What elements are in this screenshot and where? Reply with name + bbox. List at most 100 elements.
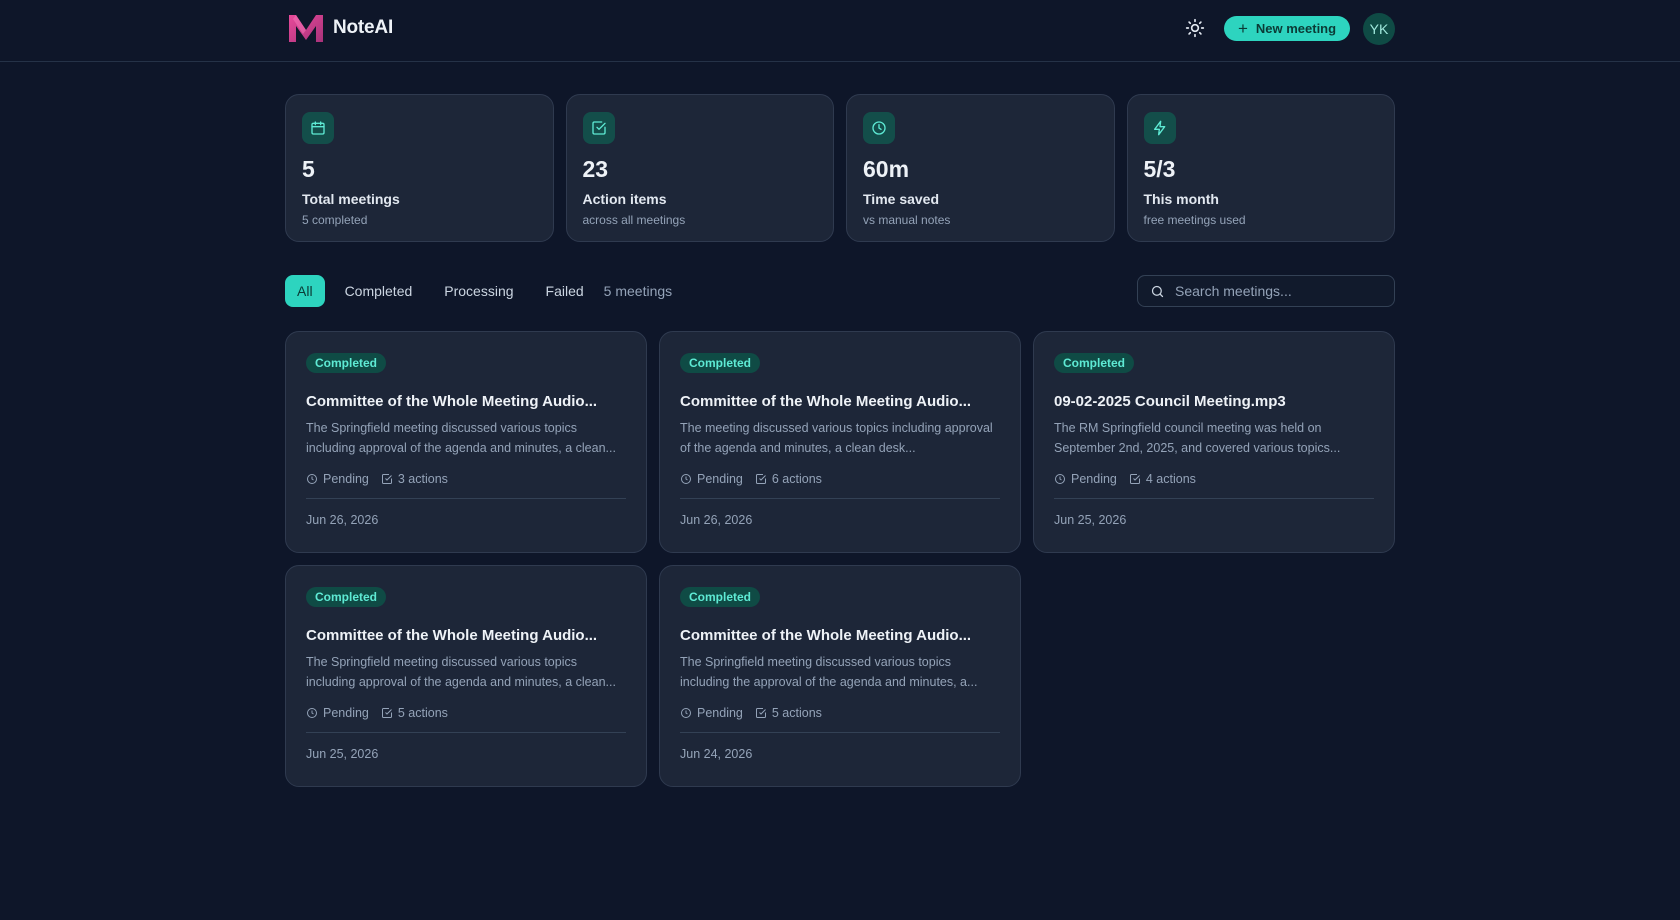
stat-label: Time saved	[863, 191, 940, 207]
lightning-icon	[1143, 112, 1176, 144]
tab-all[interactable]: All	[285, 275, 325, 307]
action-count: 6 actions	[755, 472, 822, 486]
meeting-date: Jun 24, 2026	[680, 747, 753, 761]
meeting-meta: Pending 5 actions	[306, 706, 626, 720]
meeting-summary: The Springfield meeting discussed variou…	[306, 655, 616, 689]
meeting-date: Jun 25, 2026	[306, 747, 379, 761]
stat-label: This month	[1143, 191, 1219, 207]
divider	[306, 732, 626, 733]
check-square-icon	[755, 474, 766, 484]
top-bar: NoteAI + New meeting YK	[0, 0, 1680, 62]
action-count: 5 actions	[381, 706, 448, 720]
brand[interactable]: NoteAI	[287, 12, 393, 44]
meeting-date: Jun 26, 2026	[306, 513, 379, 527]
action-count: 4 actions	[1129, 472, 1196, 486]
stat-subtext: free meetings used	[1143, 213, 1246, 227]
status-badge: Completed	[680, 587, 761, 607]
tab-processing[interactable]: Processing	[432, 275, 525, 307]
action-count-label: 5 actions	[397, 706, 448, 720]
pending-status: Pending	[1054, 472, 1117, 486]
divider	[306, 498, 626, 499]
stat-label: Total meetings	[302, 191, 400, 207]
meeting-meta: Pending 6 actions	[680, 472, 1000, 486]
meeting-title: 09-02-2025 Council Meeting.mp3	[1054, 393, 1286, 410]
pending-label: Pending	[697, 472, 743, 486]
meeting-title: Committee of the Whole Meeting Audio...	[306, 627, 598, 644]
meeting-title: Committee of the Whole Meeting Audio...	[306, 393, 598, 410]
status-badge: Completed	[1054, 353, 1135, 373]
check-square-icon	[582, 112, 615, 144]
meeting-count: 5 meetings	[603, 283, 673, 299]
calendar-icon	[302, 112, 334, 144]
check-square-icon	[1129, 474, 1140, 484]
meeting-meta: Pending 4 actions	[1054, 472, 1374, 486]
stat-card-time-saved: 60m Time saved vs manual notes	[846, 94, 1115, 242]
new-meeting-button[interactable]: + New meeting	[1224, 16, 1350, 41]
pending-label: Pending	[1071, 472, 1117, 486]
meeting-summary: The Springfield meeting discussed variou…	[680, 655, 978, 689]
meeting-date: Jun 25, 2026	[1054, 513, 1127, 527]
stat-card-this-month: 5/3 This month free meetings used	[1126, 94, 1395, 242]
meeting-summary: The meeting discussed various topics inc…	[680, 421, 993, 455]
meeting-card[interactable]: Completed Committee of the Whole Meeting…	[659, 331, 1021, 553]
stat-value: 23	[582, 156, 609, 182]
action-count-label: 3 actions	[397, 472, 448, 486]
search-icon	[1151, 285, 1164, 297]
pending-status: Pending	[680, 472, 743, 486]
action-count-label: 5 actions	[771, 706, 822, 720]
stat-value: 60m	[863, 156, 910, 182]
action-count-label: 4 actions	[1145, 472, 1196, 486]
m-logo-icon	[289, 15, 323, 42]
search-input[interactable]	[1175, 283, 1375, 299]
meeting-card[interactable]: Completed Committee of the Whole Meeting…	[285, 331, 647, 553]
pending-label: Pending	[323, 472, 369, 486]
stat-value: 5	[302, 156, 315, 182]
stat-subtext: vs manual notes	[863, 213, 951, 227]
divider	[1054, 498, 1374, 499]
meeting-summary: The RM Springfield council meeting was h…	[1054, 421, 1341, 455]
meeting-summary: The Springfield meeting discussed variou…	[306, 421, 616, 455]
filter-tabs: All Completed Processing Failed 5 meetin…	[285, 275, 672, 307]
pending-label: Pending	[697, 706, 743, 720]
check-square-icon	[755, 708, 766, 718]
sun-icon	[1185, 18, 1205, 38]
status-badge: Completed	[306, 587, 387, 607]
divider	[680, 498, 1000, 499]
theme-toggle-button[interactable]	[1182, 15, 1208, 41]
stat-card-total-meetings: 5 Total meetings 5 completed	[285, 94, 554, 242]
pending-status: Pending	[306, 472, 369, 486]
pending-status: Pending	[306, 706, 369, 720]
meeting-card[interactable]: Completed Committee of the Whole Meeting…	[285, 565, 647, 787]
stats-row: 5 Total meetings 5 completed 23 Action i…	[285, 94, 1395, 242]
meeting-card[interactable]: Completed 09-02-2025 Council Meeting.mp3…	[1033, 331, 1395, 553]
action-count: 5 actions	[755, 706, 822, 720]
tab-failed[interactable]: Failed	[534, 275, 596, 307]
avatar[interactable]: YK	[1363, 13, 1395, 45]
tab-completed[interactable]: Completed	[333, 275, 425, 307]
pending-status: Pending	[680, 706, 743, 720]
stat-card-action-items: 23 Action items across all meetings	[565, 94, 834, 242]
search-box[interactable]	[1137, 275, 1395, 307]
clock-icon	[307, 474, 317, 484]
clock-icon	[1055, 474, 1065, 484]
meeting-meta: Pending 3 actions	[306, 472, 626, 486]
check-square-icon	[381, 474, 392, 484]
pending-label: Pending	[323, 706, 369, 720]
status-badge: Completed	[306, 353, 387, 373]
meeting-card[interactable]: Completed Committee of the Whole Meeting…	[659, 565, 1021, 787]
status-badge: Completed	[680, 353, 761, 373]
clock-icon	[307, 708, 317, 718]
clock-icon	[681, 474, 691, 484]
meeting-date: Jun 26, 2026	[680, 513, 753, 527]
clock-icon	[863, 112, 895, 144]
stat-subtext: across all meetings	[582, 213, 686, 227]
new-meeting-label: New meeting	[1255, 21, 1337, 36]
meeting-meta: Pending 5 actions	[680, 706, 1000, 720]
check-square-icon	[381, 708, 392, 718]
stat-value: 5/3	[1143, 156, 1176, 182]
meeting-title: Committee of the Whole Meeting Audio...	[680, 393, 972, 410]
stat-label: Action items	[582, 191, 667, 207]
plus-icon: +	[1237, 18, 1248, 38]
stat-subtext: 5 completed	[302, 213, 368, 227]
meeting-grid: Completed Committee of the Whole Meeting…	[285, 331, 1395, 787]
